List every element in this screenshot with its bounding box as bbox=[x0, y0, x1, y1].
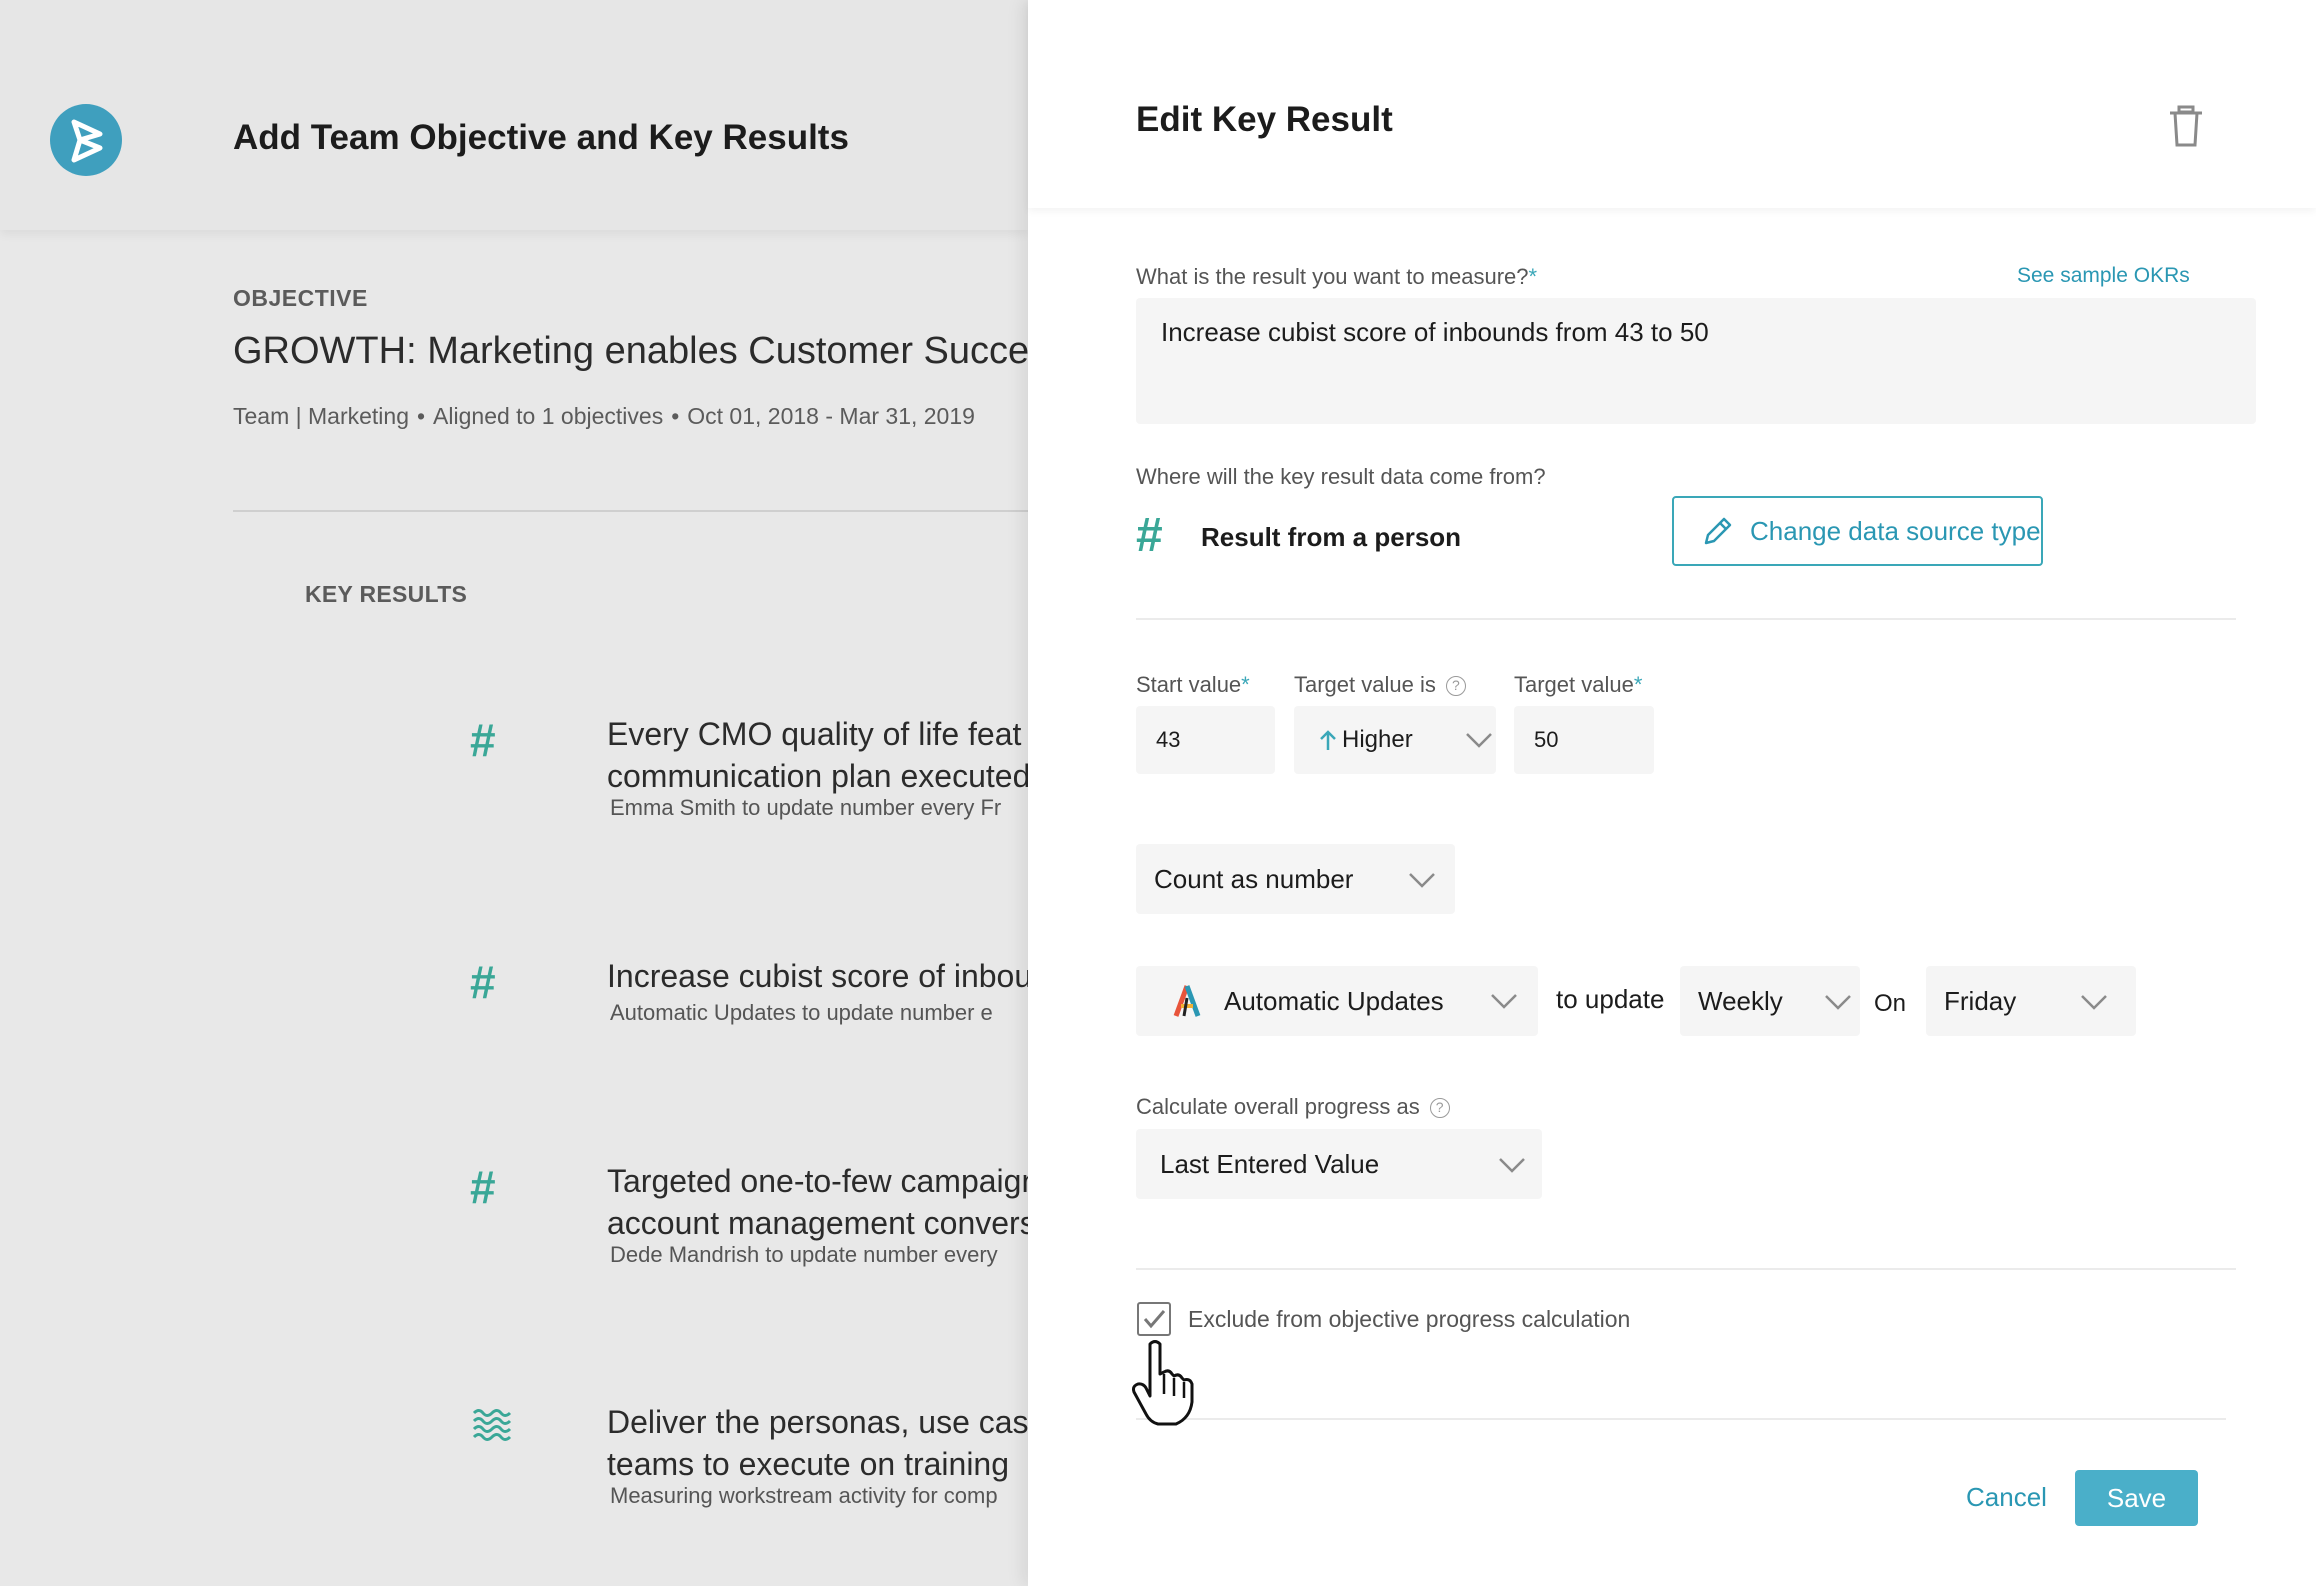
start-value-input[interactable]: 43 bbox=[1136, 706, 1275, 774]
hash-icon: # bbox=[470, 956, 496, 1008]
update-source-value: Automatic Updates bbox=[1224, 985, 1444, 1016]
measure-label: What is the result you want to measure?* bbox=[1136, 264, 1538, 289]
key-result-title-line1: Increase cubist score of inbou bbox=[607, 958, 1033, 994]
key-result-title-line1: Deliver the personas, use case bbox=[607, 1404, 1037, 1440]
on-label: On bbox=[1874, 990, 1907, 1017]
help-icon[interactable]: ? bbox=[1429, 1098, 1450, 1119]
change-data-source-button[interactable]: Change data source type bbox=[1672, 496, 2043, 566]
see-sample-okrs-link[interactable]: See sample OKRs bbox=[2017, 264, 2190, 288]
key-result-title-line2: teams to execute on training bbox=[607, 1446, 1010, 1482]
update-source-select[interactable]: Automatic Updates bbox=[1136, 966, 1538, 1036]
key-result-subtitle: Measuring workstream activity for comp bbox=[610, 1483, 998, 1508]
key-result-subtitle: Emma Smith to update number every Fr bbox=[610, 795, 1002, 820]
source-value: Result from a person bbox=[1201, 522, 1462, 552]
progress-value: Last Entered Value bbox=[1160, 1148, 1380, 1179]
hand-pointer-icon bbox=[1132, 1340, 1194, 1426]
drawer-title: Edit Key Result bbox=[1136, 100, 1393, 139]
arrow-up-icon bbox=[1320, 730, 1336, 750]
objective-dates: Oct 01, 2018 - Mar 31, 2019 bbox=[687, 403, 975, 429]
count-as-select[interactable]: Count as number bbox=[1136, 844, 1455, 914]
page-header: Add Team Objective and Key Results bbox=[0, 0, 1028, 230]
progress-select[interactable]: Last Entered Value bbox=[1136, 1129, 1542, 1199]
measure-textarea[interactable]: Increase cubist score of inbounds from 4… bbox=[1136, 298, 2256, 424]
exclude-label[interactable]: Exclude from objective progress calculat… bbox=[1188, 1306, 1630, 1333]
objective-label: OBJECTIVE bbox=[233, 285, 368, 311]
key-result-title-line2: account management convers bbox=[607, 1205, 1036, 1241]
target-direction-select[interactable]: Higher bbox=[1294, 706, 1496, 774]
key-result-title-line2: communication plan executed bbox=[607, 758, 1031, 794]
save-button[interactable]: Save bbox=[2075, 1470, 2198, 1526]
frequency-select[interactable]: Weekly bbox=[1680, 966, 1860, 1036]
meta-separator: • bbox=[416, 403, 426, 429]
hash-icon: # bbox=[470, 714, 496, 766]
objective-meta: Team | Marketing • Aligned to 1 objectives… bbox=[233, 403, 975, 430]
chevron-down-icon bbox=[2081, 995, 2107, 1010]
objective-team: Team | Marketing bbox=[233, 403, 409, 429]
objective-aligned[interactable]: Aligned to 1 objectives bbox=[433, 403, 663, 429]
divider bbox=[233, 510, 1033, 512]
pencil-icon bbox=[1704, 517, 1732, 545]
target-value-label: Target value* bbox=[1514, 672, 1643, 697]
hash-icon: # bbox=[470, 1161, 496, 1213]
exclude-checkbox[interactable] bbox=[1137, 1302, 1171, 1336]
key-result-subtitle: Automatic Updates to update number e bbox=[610, 1000, 993, 1025]
checkmark-icon bbox=[1143, 1310, 1166, 1329]
edit-key-result-drawer: Edit Key Result What is the result you w… bbox=[1028, 0, 2316, 1586]
chevron-down-icon bbox=[1499, 1158, 1525, 1173]
divider bbox=[1136, 1268, 2236, 1270]
key-result-title-line1: Targeted one-to-few campaign bbox=[607, 1163, 1037, 1199]
key-result-subtitle: Dede Mandrish to update number every bbox=[610, 1242, 998, 1267]
chevron-down-icon bbox=[1466, 733, 1492, 748]
logo-icon bbox=[71, 119, 103, 163]
to-update-label: to update bbox=[1556, 984, 1665, 1014]
divider bbox=[1136, 1418, 2226, 1420]
change-data-source-label: Change data source type bbox=[1750, 515, 2041, 546]
app-logo-icon bbox=[1173, 985, 1201, 1017]
app-logo[interactable] bbox=[50, 104, 122, 176]
help-icon[interactable]: ? bbox=[1445, 676, 1466, 697]
divider bbox=[1136, 618, 2236, 620]
waves-icon bbox=[470, 1403, 520, 1453]
day-value: Friday bbox=[1944, 985, 2017, 1016]
key-result-title-line1: Every CMO quality of life feat bbox=[607, 716, 1022, 752]
target-is-label: Target value is? bbox=[1294, 672, 1466, 698]
target-value-input[interactable]: 50 bbox=[1514, 706, 1654, 774]
page-title: Add Team Objective and Key Results bbox=[233, 118, 849, 157]
chevron-down-icon bbox=[1491, 994, 1517, 1009]
trash-icon[interactable] bbox=[2168, 105, 2204, 147]
source-label: Where will the key result data come from… bbox=[1136, 464, 1546, 489]
start-value-label: Start value* bbox=[1136, 672, 1250, 697]
frequency-value: Weekly bbox=[1698, 985, 1783, 1016]
count-as-value: Count as number bbox=[1154, 863, 1354, 894]
target-direction-value: Higher bbox=[1342, 726, 1413, 753]
chevron-down-icon bbox=[1825, 995, 1851, 1010]
objective-title[interactable]: GROWTH: Marketing enables Customer Succe… bbox=[233, 330, 1067, 373]
cancel-button[interactable]: Cancel bbox=[1966, 1482, 2047, 1513]
day-select[interactable]: Friday bbox=[1926, 966, 2136, 1036]
chevron-down-icon bbox=[1409, 873, 1435, 888]
key-results-label: KEY RESULTS bbox=[305, 581, 468, 607]
hash-icon: # bbox=[1136, 509, 1163, 562]
meta-separator: • bbox=[671, 403, 680, 429]
progress-label: Calculate overall progress as? bbox=[1136, 1094, 1450, 1120]
drawer-header: Edit Key Result bbox=[1028, 0, 2316, 208]
